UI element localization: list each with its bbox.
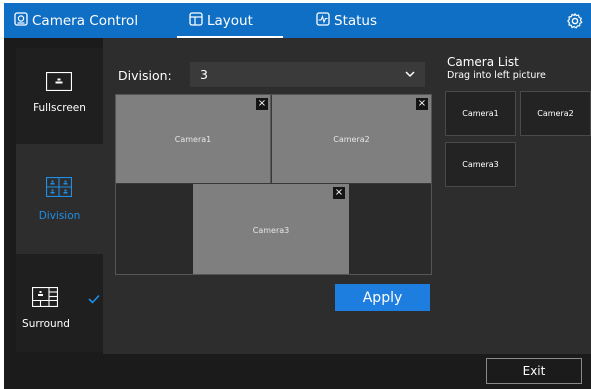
fullscreen-icon: [46, 72, 72, 91]
camera-list-item-camera1[interactable]: Camera1: [445, 91, 516, 136]
grid-empty-slot: [349, 184, 431, 274]
sidebar-item-surround-label: Surround: [22, 318, 70, 330]
camera-list-item-camera3[interactable]: Camera3: [445, 142, 516, 187]
remove-camera2-button[interactable]: ×: [416, 98, 428, 110]
grid-cell-label: Camera3: [252, 226, 290, 235]
grid-cell-label: Camera2: [333, 135, 370, 144]
sidebar-item-fullscreen-label: Fullscreen: [33, 102, 86, 114]
tab-status-label: Status: [334, 12, 378, 29]
grid-cell-camera1[interactable]: Camera1 ×: [116, 95, 271, 183]
sidebar-item-division[interactable]: Division: [16, 144, 103, 254]
tab-camera-control-label: Camera Control: [32, 12, 139, 29]
grid-cell-camera3[interactable]: Camera3 ×: [193, 184, 349, 274]
tab-layout-label: Layout: [207, 12, 253, 29]
checkmark-icon: [88, 294, 100, 304]
tab-layout[interactable]: Layout: [177, 3, 283, 38]
division-preview-grid: Camera1 × Camera2 × Camera3 ×: [115, 94, 432, 275]
remove-camera1-button[interactable]: ×: [256, 98, 268, 110]
chevron-down-icon: [405, 71, 415, 78]
camera-list-title: Camera List: [447, 55, 519, 69]
division-icon: [46, 177, 72, 197]
status-icon: [316, 11, 330, 30]
sidebar-item-surround[interactable]: Surround: [16, 254, 103, 352]
surround-icon: [32, 287, 58, 307]
remove-camera3-button[interactable]: ×: [333, 187, 345, 199]
grid-empty-slot: [116, 184, 193, 274]
division-label: Division:: [118, 68, 172, 83]
layout-mode-sidebar: Fullscreen Division Surround: [16, 48, 103, 352]
division-select-value: 3: [200, 67, 208, 82]
sidebar-item-division-label: Division: [38, 210, 81, 222]
tab-camera-control[interactable]: Camera Control: [14, 3, 138, 38]
sidebar-item-fullscreen[interactable]: Fullscreen: [16, 48, 103, 144]
camera-list-item-camera2[interactable]: Camera2: [520, 91, 591, 136]
gear-icon[interactable]: [566, 12, 584, 30]
division-settings-panel: Division: 3 Camera1 × Camera2 × Camera3 …: [103, 38, 591, 354]
layout-icon: [189, 11, 203, 30]
app-window: Camera Control Layout Status Fullscreen: [4, 3, 591, 389]
tab-status[interactable]: Status: [316, 3, 377, 38]
grid-cell-label: Camera1: [174, 135, 212, 144]
division-select[interactable]: 3: [190, 62, 425, 87]
camera-list-subtitle: Drag into left picture: [447, 70, 546, 81]
exit-button[interactable]: Exit: [486, 358, 582, 384]
apply-button[interactable]: Apply: [335, 284, 430, 311]
grid-cell-camera2[interactable]: Camera2 ×: [272, 95, 431, 183]
top-tab-bar: Camera Control Layout Status: [4, 3, 591, 38]
camera-control-icon: [14, 11, 28, 30]
